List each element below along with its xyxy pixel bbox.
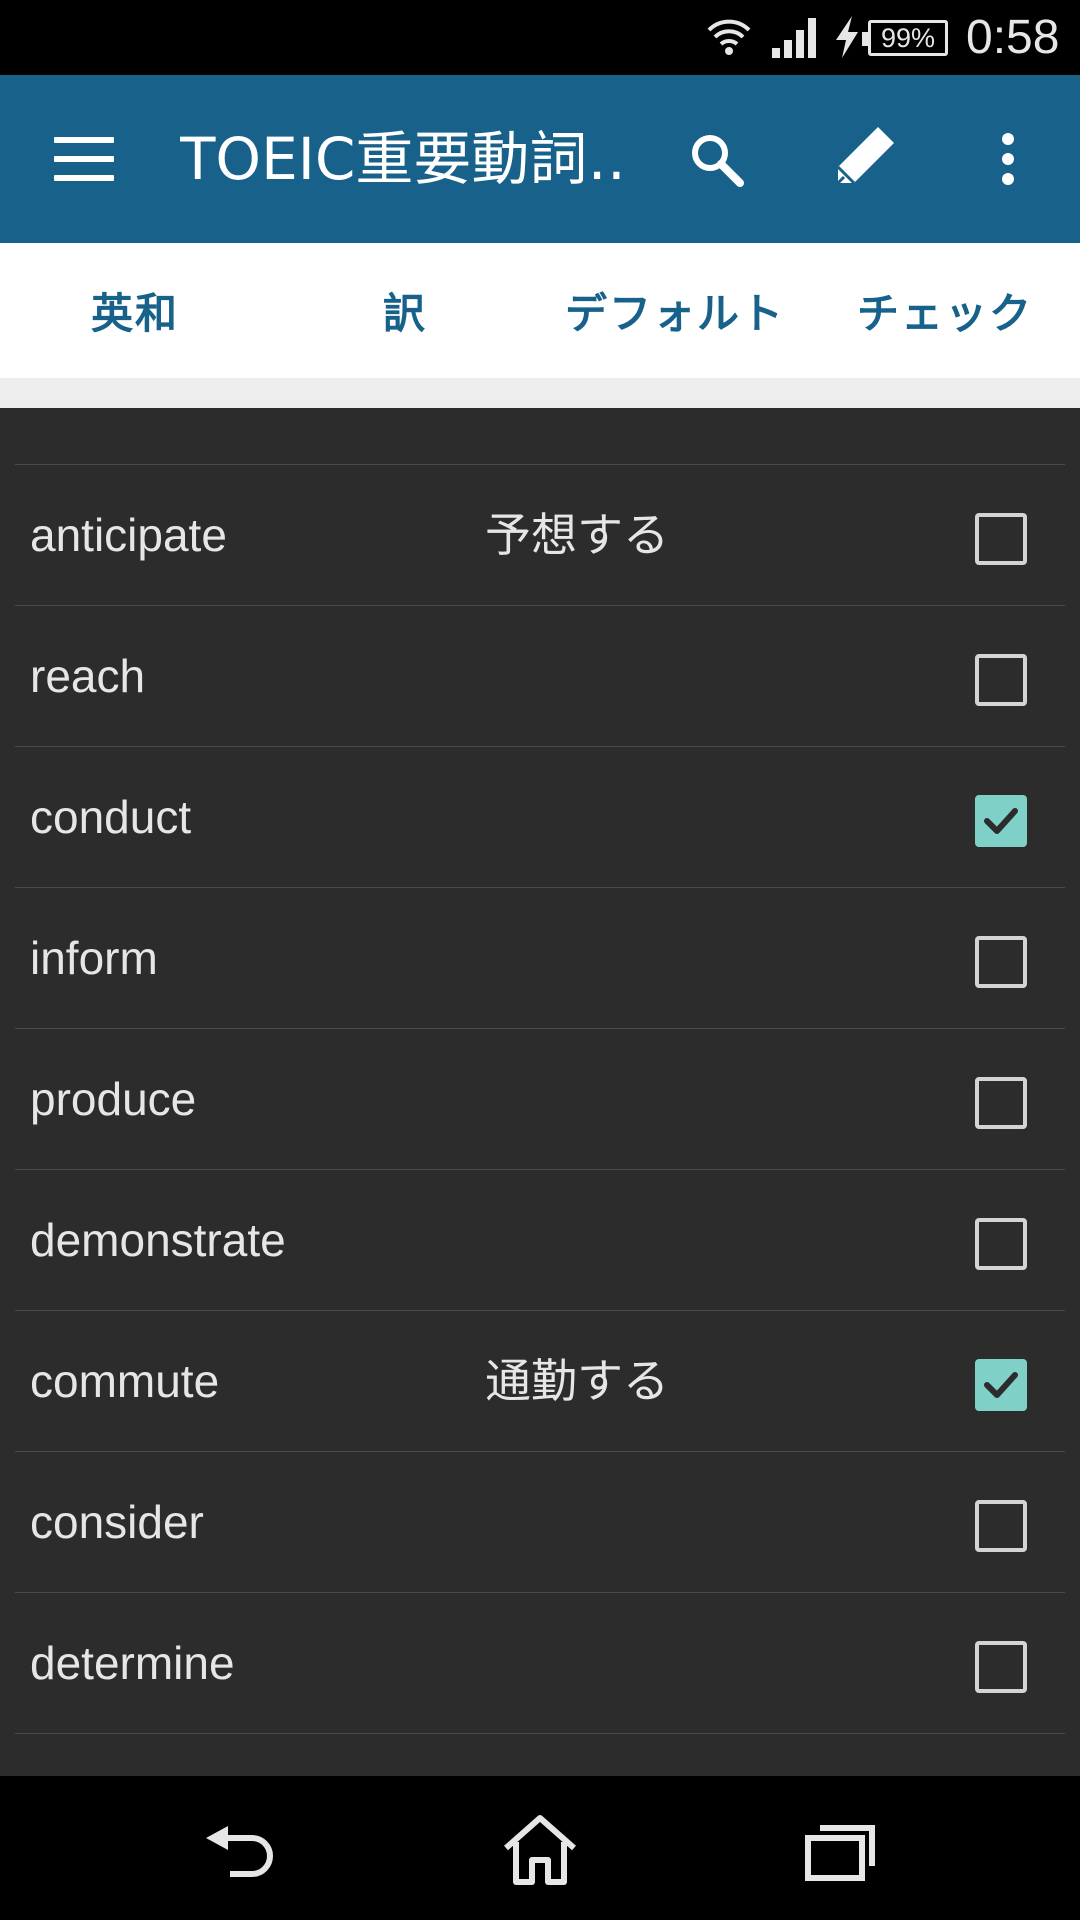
word-text: inform: [30, 932, 158, 984]
word-text: demonstrate: [30, 1214, 286, 1266]
meaning-text: 通勤する: [485, 1354, 669, 1408]
check-checkbox[interactable]: [975, 795, 1027, 847]
word-text: produce: [30, 1073, 197, 1125]
meaning-text: 予想する: [485, 508, 669, 562]
check-checkbox[interactable]: [975, 1641, 1027, 1693]
hamburger-icon[interactable]: [52, 127, 116, 191]
word-text: determine: [30, 1637, 235, 1689]
check-checkbox[interactable]: [975, 513, 1027, 565]
word-text: anticipate: [30, 509, 227, 561]
check-checkbox[interactable]: [975, 1359, 1027, 1411]
word-list[interactable]: anticipate 予想する reach conduct inform pro…: [15, 408, 1065, 1776]
check-checkbox[interactable]: [975, 1218, 1027, 1270]
check-checkbox[interactable]: [975, 654, 1027, 706]
tab-default[interactable]: デフォルト: [540, 243, 810, 378]
recents-icon[interactable]: [800, 1812, 880, 1888]
tab-bar: 英和 訳 デフォルト チェック: [0, 243, 1080, 378]
battery-indicator: 99%: [862, 20, 948, 56]
tab-english-japanese[interactable]: 英和: [0, 243, 270, 378]
list-item[interactable]: reach: [15, 606, 1065, 747]
page-title: TOEIC重要動詞…: [180, 125, 630, 193]
checkmark-icon: [984, 808, 1018, 834]
status-time: 0:58: [966, 11, 1060, 64]
search-icon[interactable]: [686, 129, 746, 189]
list-divider: [15, 408, 1065, 465]
check-checkbox[interactable]: [975, 936, 1027, 988]
tab-check[interactable]: チェック: [810, 243, 1080, 378]
signal-icon: [772, 18, 816, 58]
word-text: commute: [30, 1355, 220, 1407]
check-checkbox[interactable]: [975, 1500, 1027, 1552]
word-text: reach: [30, 650, 146, 702]
back-icon[interactable]: [200, 1812, 280, 1888]
check-checkbox[interactable]: [975, 1077, 1027, 1129]
navigation-bar: [0, 1776, 1080, 1920]
list-item[interactable]: inform: [15, 888, 1065, 1029]
list-item[interactable]: produce: [15, 1029, 1065, 1170]
list-item[interactable]: determine: [15, 1593, 1065, 1734]
charging-icon: [836, 16, 858, 58]
app-bar: TOEIC重要動詞…: [0, 75, 1080, 243]
word-text: conduct: [30, 791, 192, 843]
list-item[interactable]: commute 通勤する: [15, 1311, 1065, 1452]
list-item[interactable]: anticipate 予想する: [15, 465, 1065, 606]
list-item[interactable]: consider: [15, 1452, 1065, 1593]
home-icon[interactable]: [500, 1812, 580, 1888]
list-item[interactable]: demonstrate: [15, 1170, 1065, 1311]
tab-translation[interactable]: 訳: [270, 243, 540, 378]
word-text: consider: [30, 1496, 204, 1548]
tab-divider: [0, 378, 1080, 408]
pencil-icon[interactable]: [830, 123, 898, 191]
more-vert-icon[interactable]: [990, 127, 1026, 191]
wifi-icon: [707, 19, 751, 55]
status-bar: 99% 0:58: [0, 0, 1080, 75]
checkmark-icon: [984, 1372, 1018, 1398]
list-item[interactable]: conduct: [15, 747, 1065, 888]
